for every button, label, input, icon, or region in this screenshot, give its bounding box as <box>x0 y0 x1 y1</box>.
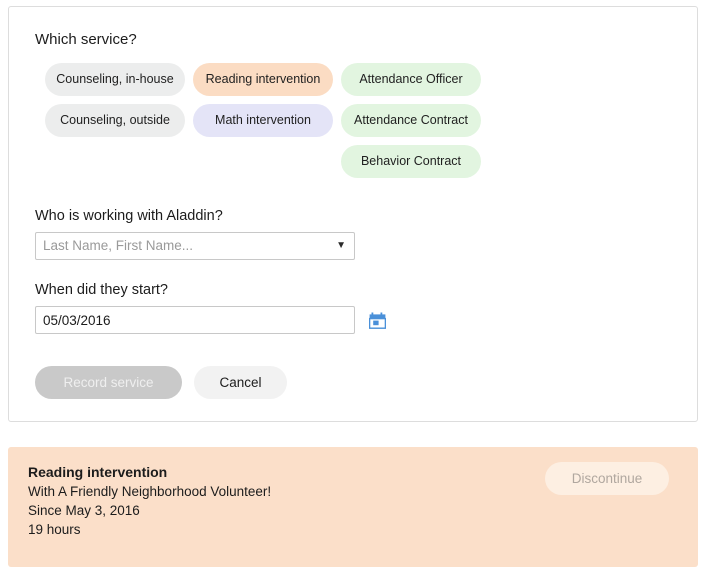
service-option-behavior-contract[interactable]: Behavior Contract <box>341 145 481 178</box>
service-option-math-intervention[interactable]: Math intervention <box>193 104 333 137</box>
start-date-row <box>35 306 673 334</box>
record-service-card: Which service? Counseling, in-house Coun… <box>8 6 698 422</box>
active-service-banner: Reading intervention With A Friendly Nei… <box>8 447 698 567</box>
form-actions: Record service Cancel <box>35 366 673 399</box>
staff-select-wrap: Last Name, First Name... ▼ <box>35 232 355 260</box>
active-service-since: Since May 3, 2016 <box>28 503 140 518</box>
service-option-reading-intervention[interactable]: Reading intervention <box>193 63 333 96</box>
calendar-icon[interactable] <box>369 312 386 329</box>
service-option-attendance-officer[interactable]: Attendance Officer <box>341 63 481 96</box>
card-content: Which service? Counseling, in-house Coun… <box>9 7 697 399</box>
record-service-button[interactable]: Record service <box>35 366 182 399</box>
staff-field-block: Who is working with Aladdin? Last Name, … <box>35 208 673 260</box>
staff-field-label: Who is working with Aladdin? <box>35 208 223 224</box>
service-option-counseling-in-house[interactable]: Counseling, in-house <box>45 63 185 96</box>
service-question-label: Which service? <box>35 31 137 48</box>
cancel-button[interactable]: Cancel <box>194 366 287 399</box>
staff-select[interactable]: Last Name, First Name... <box>35 232 355 260</box>
active-service-duration: 19 hours <box>28 522 81 537</box>
discontinue-button[interactable]: Discontinue <box>545 462 669 495</box>
start-date-field-label: When did they start? <box>35 282 168 298</box>
service-options-group: Counseling, in-house Counseling, outside… <box>45 63 673 178</box>
service-page: Which service? Counseling, in-house Coun… <box>0 0 706 574</box>
start-date-input[interactable] <box>35 306 355 334</box>
service-option-counseling-outside[interactable]: Counseling, outside <box>45 104 185 137</box>
start-date-field-block: When did they start? <box>35 282 673 334</box>
service-option-attendance-contract[interactable]: Attendance Contract <box>341 104 481 137</box>
